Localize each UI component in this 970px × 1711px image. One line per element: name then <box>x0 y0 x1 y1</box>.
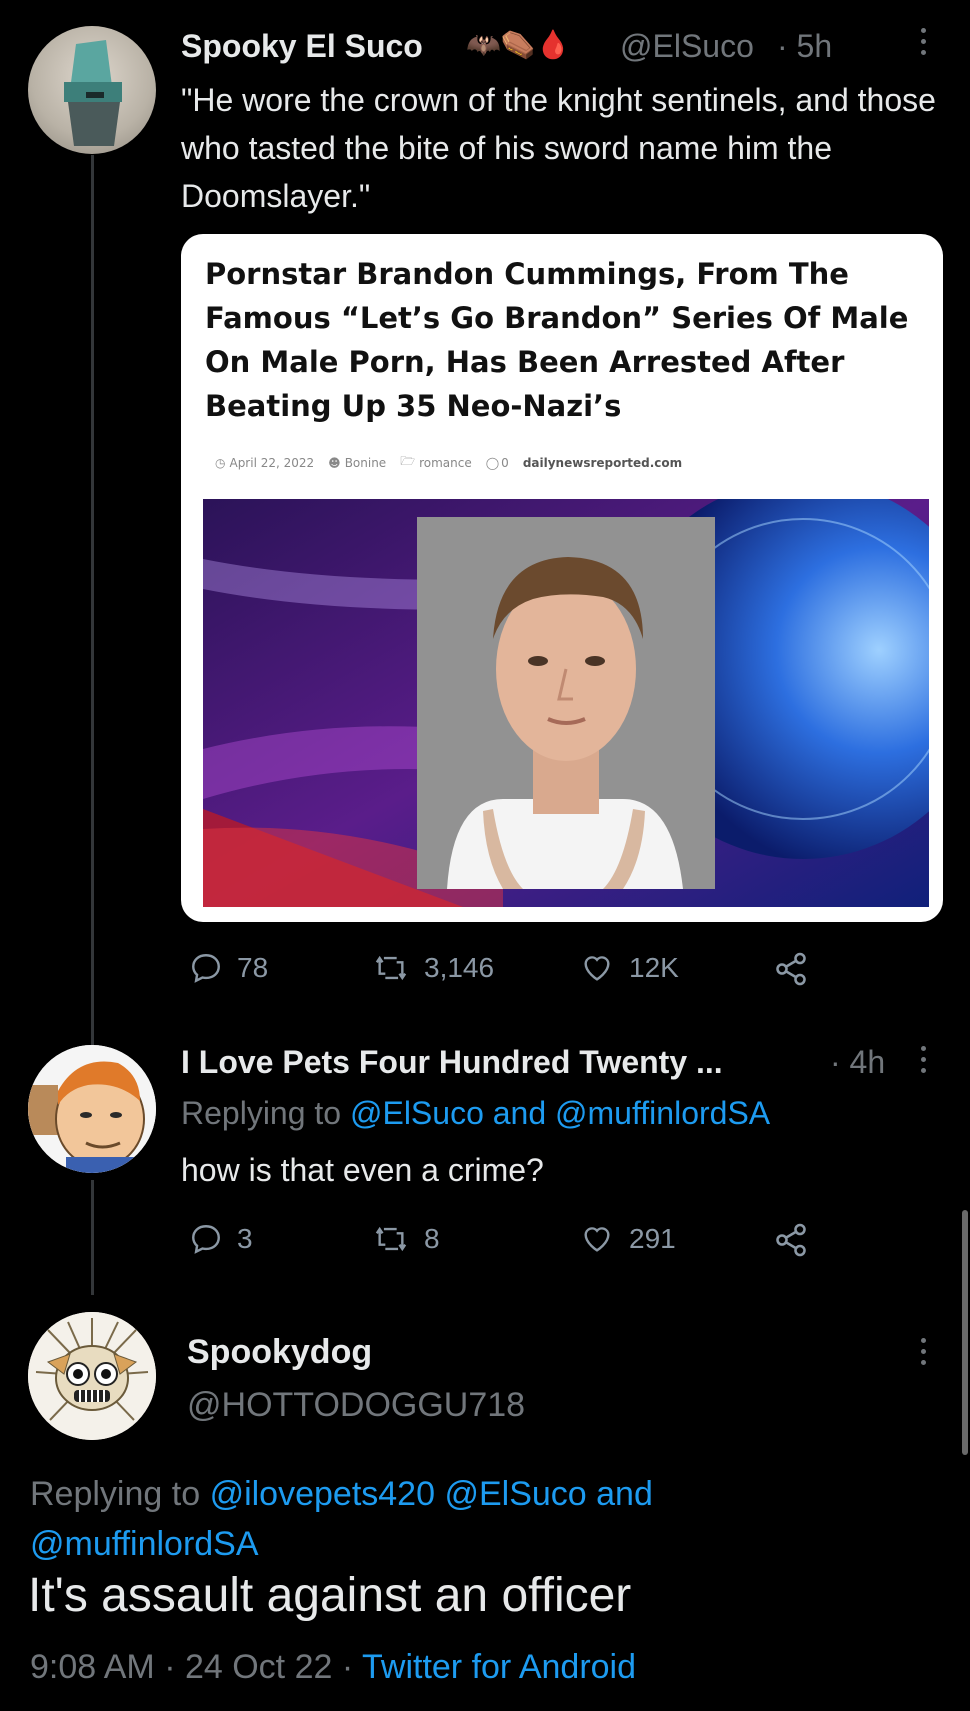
tweet-text: It's assault against an officer <box>28 1569 632 1622</box>
scrollbar[interactable] <box>962 1210 968 1455</box>
card-headline[interactable]: Pornstar Brandon Cummings, From The Famo… <box>205 252 925 428</box>
person-icon: ☻ <box>328 455 341 470</box>
tweet-text: how is that even a crime? <box>181 1152 544 1188</box>
like-button[interactable]: 291 <box>579 1222 676 1256</box>
tweet-time[interactable]: · 4h <box>830 1044 885 1081</box>
more-options-icon[interactable] <box>921 1046 927 1079</box>
reply-icon <box>192 954 220 983</box>
replying-to-mentions[interactable]: @ElSuco and @muffinlordSA <box>350 1095 770 1131</box>
replying-to-mentions[interactable]: @ilovepets420 @ElSuco and <box>210 1475 653 1513</box>
retweet-icon <box>375 955 407 981</box>
tweet-time[interactable]: · 5h <box>777 28 832 65</box>
retweet-count: 8 <box>424 1223 440 1254</box>
reply-count: 3 <box>237 1223 253 1254</box>
heart-icon <box>584 1227 610 1252</box>
timestamp[interactable]: 9:08 AM · 24 Oct 22 · <box>30 1648 353 1686</box>
author-name[interactable]: Spooky El Suco <box>181 28 423 65</box>
share-button[interactable] <box>773 1222 809 1258</box>
avatar[interactable] <box>28 1045 156 1173</box>
reply-button[interactable]: 3 <box>189 1222 253 1256</box>
folder-icon: 🗁 <box>400 454 416 468</box>
thread-line <box>91 1180 94 1295</box>
avatar[interactable] <box>28 26 156 154</box>
reply-count: 78 <box>237 952 269 983</box>
replying-to-prefix: Replying to <box>30 1475 201 1513</box>
card-meta: ◷ April 22, 2022 ☻ Bonine 🗁 romance ◯ 0 … <box>215 452 682 473</box>
replying-to: Replying to @ilovepets420 @ElSuco and @m… <box>30 1469 930 1569</box>
author-handle[interactable]: @ElSuco <box>620 28 754 65</box>
comment-icon: ◯ <box>485 455 500 470</box>
clock-icon: ◷ <box>215 455 226 470</box>
share-icon <box>776 952 806 986</box>
news-image[interactable] <box>203 499 929 907</box>
like-count: 291 <box>629 1223 676 1254</box>
card-author: Bonine <box>344 455 387 470</box>
more-options-icon[interactable] <box>921 1338 927 1371</box>
author-name[interactable]: I Love Pets Four Hundred Twenty ... <box>181 1044 723 1081</box>
retweet-button[interactable]: 8 <box>372 1222 440 1256</box>
share-button[interactable] <box>773 951 809 987</box>
author-name[interactable]: Spookydog <box>187 1333 372 1372</box>
tweet-text: "He wore the crown of the knight sentine… <box>181 82 936 214</box>
like-count: 12K <box>629 952 679 983</box>
card-comments: 0 <box>501 455 509 470</box>
retweet-count: 3,146 <box>424 952 495 983</box>
avatar[interactable] <box>28 1312 156 1440</box>
client-link[interactable]: Twitter for Android <box>362 1648 636 1686</box>
thread-line <box>91 155 94 1045</box>
replying-to: Replying to @ElSuco and @muffinlordSA <box>181 1095 770 1132</box>
heart-icon <box>584 956 610 981</box>
reply-button[interactable]: 78 <box>189 951 268 985</box>
tweet-timestamp: 9:08 AM · 24 Oct 22 · Twitter for Androi… <box>30 1648 636 1687</box>
author-handle[interactable]: @HOTTODOGGU718 <box>187 1386 525 1425</box>
retweet-button[interactable]: 3,146 <box>372 951 494 985</box>
reply-icon <box>192 1225 220 1254</box>
more-options-icon[interactable] <box>921 28 927 61</box>
replying-to-mentions[interactable]: @muffinlordSA <box>30 1525 259 1563</box>
replying-to-prefix: Replying to <box>181 1095 342 1131</box>
author-emoji: 🦇⚰️🩸 <box>466 29 571 60</box>
retweet-icon <box>375 1226 407 1252</box>
card-date: April 22, 2022 <box>229 455 315 470</box>
link-card[interactable]: Pornstar Brandon Cummings, From The Famo… <box>181 234 943 922</box>
card-site: dailynewsreported.com <box>522 455 683 470</box>
like-button[interactable]: 12K <box>579 951 679 985</box>
share-icon <box>776 1223 806 1257</box>
card-category: romance <box>419 455 472 470</box>
